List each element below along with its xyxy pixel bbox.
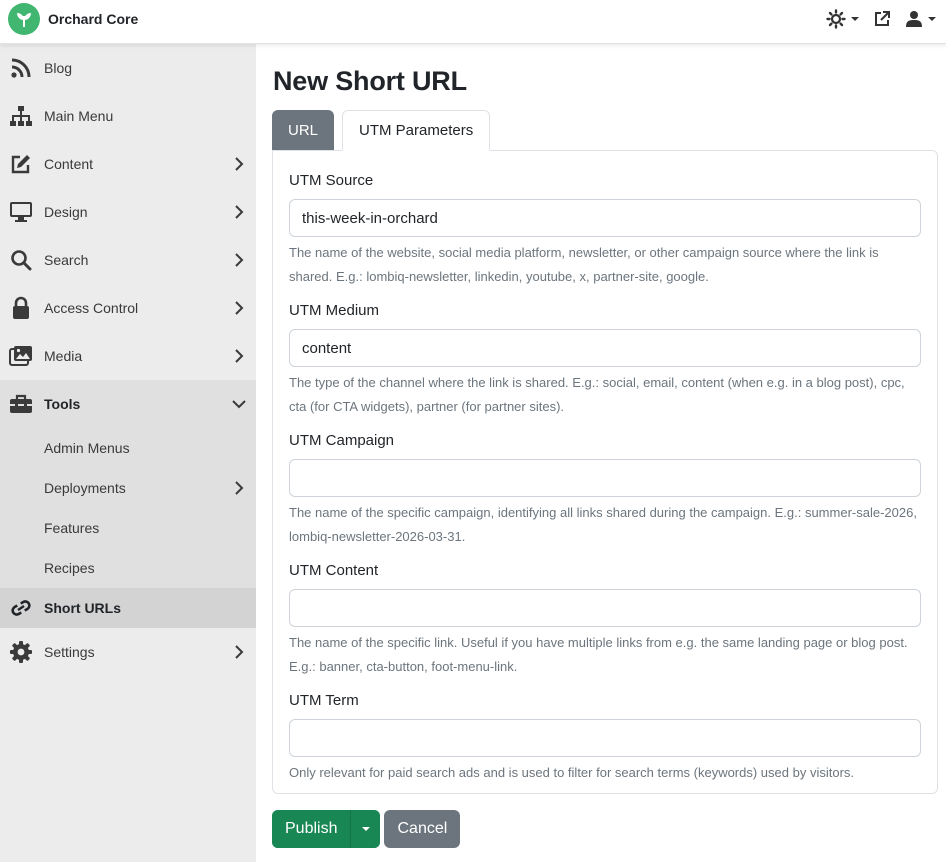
brand-name: Orchard Core — [48, 11, 139, 27]
utm-campaign-input[interactable] — [289, 459, 921, 497]
sidebar-item-label: Access Control — [44, 300, 139, 316]
sidebar-item-content[interactable]: Content — [0, 140, 256, 188]
sidebar-item-recipes[interactable]: Recipes — [0, 548, 256, 588]
utm-term-help: Only relevant for paid search ads and is… — [289, 765, 855, 780]
chevron-right-icon — [235, 349, 244, 363]
utm-campaign-label: UTM Campaign — [289, 432, 395, 449]
tab-url[interactable]: URL — [272, 110, 335, 151]
chevron-right-icon — [235, 645, 244, 659]
sidebar-item-search[interactable]: Search — [0, 236, 256, 284]
form-actions: Publish Cancel — [272, 810, 461, 848]
sidebar-item-blog[interactable]: Blog — [0, 44, 256, 92]
sidebar-item-admin-menus[interactable]: Admin Menus — [0, 428, 256, 468]
sidebar-item-label: Features — [44, 520, 100, 536]
utm-term-input[interactable] — [289, 719, 921, 757]
utm-campaign-field-group: UTM Campaign The name of the specific ca… — [289, 431, 921, 549]
utm-medium-input[interactable] — [289, 329, 921, 367]
sidebar-item-features[interactable]: Features — [0, 508, 256, 548]
publish-options-toggle[interactable] — [350, 810, 381, 848]
search-icon — [9, 248, 33, 272]
chevron-down-icon — [232, 400, 246, 409]
sidebar-item-design[interactable]: Design — [0, 188, 256, 236]
utm-source-label: UTM Source — [289, 172, 374, 189]
chevron-right-icon — [235, 253, 244, 267]
sidebar-item-media[interactable]: Media — [0, 332, 256, 380]
images-icon — [9, 344, 33, 368]
user-menu-button[interactable] — [905, 10, 936, 28]
utm-campaign-help: The name of the specific campaign, ident… — [289, 505, 917, 544]
publish-button-group: Publish — [272, 810, 381, 848]
brand-link[interactable]: Orchard Core — [8, 3, 138, 35]
sidebar-item-label: Main Menu — [44, 108, 114, 124]
main-content: New Short URL URL UTM Parameters UTM Sou… — [256, 44, 946, 862]
cancel-button[interactable]: Cancel — [384, 810, 461, 848]
sidebar-item-tools[interactable]: Tools — [0, 380, 256, 428]
sidebar-item-label: Admin Menus — [44, 440, 130, 456]
utm-source-help: The name of the website, social media pl… — [289, 245, 879, 284]
toolbox-icon — [9, 392, 33, 416]
utm-term-field-group: UTM Term Only relevant for paid search a… — [289, 691, 921, 785]
utm-medium-field-group: UTM Medium The type of the channel where… — [289, 301, 921, 419]
rss-icon — [9, 56, 33, 80]
editor-tabs: URL UTM Parameters — [272, 110, 498, 151]
sidebar-item-label: Settings — [44, 644, 95, 660]
lock-icon — [9, 296, 33, 320]
user-icon — [906, 11, 922, 27]
gear-icon — [9, 640, 33, 664]
tab-utm-parameters[interactable]: UTM Parameters — [342, 110, 491, 151]
edit-icon — [9, 152, 33, 176]
sidebar-item-settings[interactable]: Settings — [0, 628, 256, 676]
theme-icon — [826, 9, 846, 29]
chevron-down-icon — [851, 17, 859, 21]
tools-submenu: Admin Menus Deployments Features Recipes… — [0, 428, 256, 628]
visit-site-button[interactable] — [873, 10, 891, 28]
desktop-icon — [9, 200, 33, 224]
sidebar-item-label: Deployments — [44, 480, 126, 496]
sitemap-icon — [9, 104, 33, 128]
sidebar-item-deployments[interactable]: Deployments — [0, 468, 256, 508]
sidebar-item-main-menu[interactable]: Main Menu — [0, 92, 256, 140]
sidebar-item-label: Blog — [44, 60, 73, 76]
chevron-right-icon — [235, 205, 244, 219]
utm-content-label: UTM Content — [289, 562, 379, 579]
theme-toggle-button[interactable] — [826, 9, 859, 29]
orchard-logo-icon — [8, 3, 40, 35]
sidebar-item-label: Recipes — [44, 560, 95, 576]
chevron-right-icon — [235, 481, 244, 495]
chevron-down-icon — [928, 17, 936, 21]
utm-content-input[interactable] — [289, 589, 921, 627]
utm-term-label: UTM Term — [289, 692, 359, 709]
sidebar-item-label: Design — [44, 204, 88, 220]
sidebar-item-label: Short URLs — [44, 600, 121, 616]
chevron-down-icon — [361, 827, 370, 831]
chevron-right-icon — [235, 157, 244, 171]
utm-content-help: The name of the specific link. Useful if… — [289, 635, 908, 674]
publish-button[interactable]: Publish — [272, 810, 351, 848]
utm-source-field-group: UTM Source The name of the website, soci… — [289, 171, 921, 289]
utm-source-input[interactable] — [289, 199, 921, 237]
sidebar-item-short-urls[interactable]: Short URLs — [0, 588, 256, 628]
sidebar-item-label: Search — [44, 252, 89, 268]
utm-medium-help: The type of the channel where the link i… — [289, 375, 905, 414]
admin-sidebar: Blog Main Menu Content Design Search Acc… — [0, 44, 256, 862]
sidebar-item-label: Media — [44, 348, 83, 364]
sidebar-item-label: Content — [44, 156, 94, 172]
page-title: New Short URL — [273, 66, 467, 96]
top-navbar: Orchard Core — [0, 0, 946, 44]
utm-parameters-panel: UTM Source The name of the website, soci… — [272, 150, 938, 794]
external-link-icon — [875, 11, 890, 26]
link-icon — [9, 596, 33, 620]
utm-content-field-group: UTM Content The name of the specific lin… — [289, 561, 921, 679]
utm-medium-label: UTM Medium — [289, 302, 380, 319]
sidebar-item-access-control[interactable]: Access Control — [0, 284, 256, 332]
chevron-right-icon — [235, 301, 244, 315]
sidebar-item-label: Tools — [44, 396, 81, 412]
